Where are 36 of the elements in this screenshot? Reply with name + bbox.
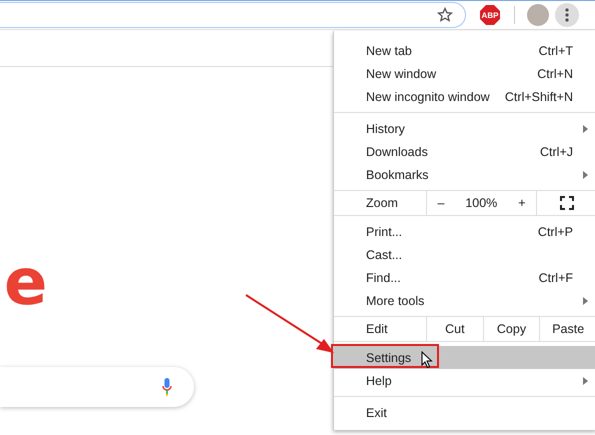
shortcut-label: Ctrl+N — [537, 66, 573, 80]
fullscreen-icon[interactable] — [560, 196, 574, 210]
edit-label: Edit — [365, 321, 389, 338]
microphone-icon[interactable] — [162, 378, 172, 396]
edit-action-button[interactable]: Copy — [482, 317, 540, 341]
menu-item[interactable]: Help — [334, 369, 595, 392]
avatar[interactable] — [527, 4, 549, 26]
shortcut-label: Ctrl+F — [538, 270, 573, 284]
shortcut-label: Ctrl+J — [540, 144, 573, 158]
menu-item[interactable]: Settings — [334, 346, 595, 369]
zoom-level: 100% — [465, 196, 498, 210]
menu-item[interactable]: Print... Ctrl+P — [334, 220, 595, 243]
zoom-out-button[interactable]: – — [437, 196, 444, 210]
menu-item[interactable]: New window Ctrl+N — [334, 62, 595, 85]
zoom-in-button[interactable]: + — [518, 196, 526, 210]
logo-letter: e — [4, 253, 48, 313]
menu-item[interactable]: Bookmarks — [334, 163, 595, 186]
shortcut-label: Ctrl+Shift+N — [504, 90, 573, 104]
star-icon[interactable] — [437, 7, 453, 23]
shortcut-label: Ctrl+P — [538, 224, 573, 238]
menu-button[interactable] — [555, 3, 579, 27]
menu-item[interactable]: Exit — [334, 401, 595, 424]
shortcut-label: Ctrl+T — [538, 44, 573, 58]
edit-action-button[interactable]: Cut — [426, 317, 483, 341]
menu-item[interactable]: More tools — [334, 289, 595, 312]
menu-item[interactable]: Downloads Ctrl+J — [334, 140, 595, 163]
cursor-icon — [421, 351, 433, 369]
menu-item[interactable]: History — [334, 117, 595, 140]
menu-item[interactable]: New tab Ctrl+T — [334, 39, 595, 62]
adblock-badge[interactable]: ABP — [480, 5, 500, 25]
zoom-label: Zoom — [365, 196, 399, 210]
menu-item[interactable]: Find... Ctrl+F — [334, 266, 595, 289]
menu-icon — [565, 8, 569, 22]
menu-item[interactable]: Cast... — [334, 243, 595, 266]
menu-item[interactable]: New incognito window Ctrl+Shift+N — [334, 85, 595, 108]
edit-action-button[interactable]: Paste — [539, 317, 595, 341]
